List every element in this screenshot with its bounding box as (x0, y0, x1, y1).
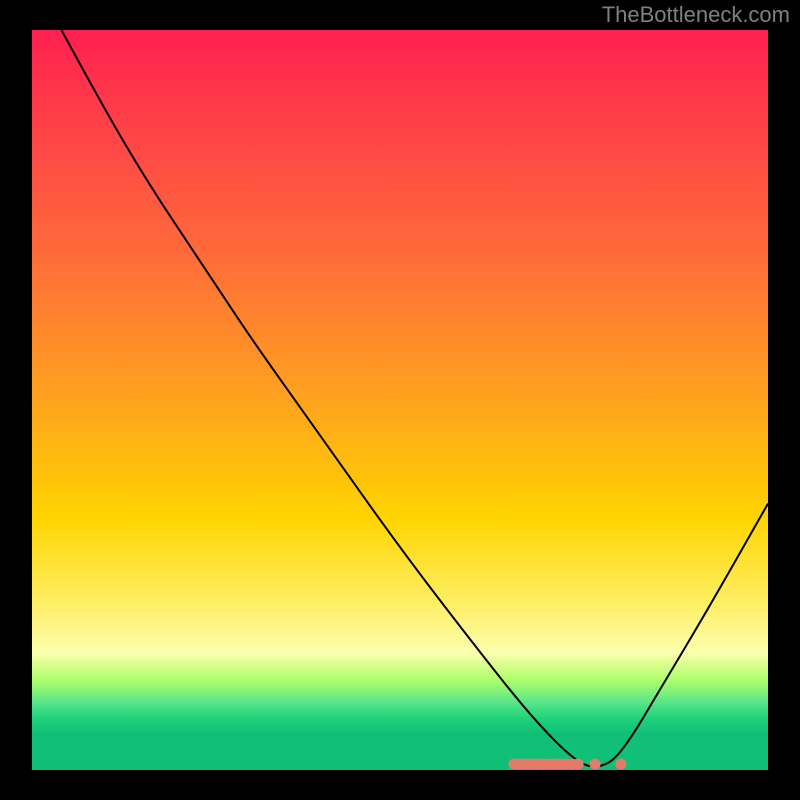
marker-cluster (32, 30, 768, 770)
markers-group (509, 759, 627, 770)
marker-dot (590, 759, 601, 770)
watermark-text: TheBottleneck.com (602, 2, 790, 28)
marker-dot (573, 759, 584, 770)
marker-dot (615, 759, 626, 770)
chart-frame: TheBottleneck.com (0, 0, 800, 800)
